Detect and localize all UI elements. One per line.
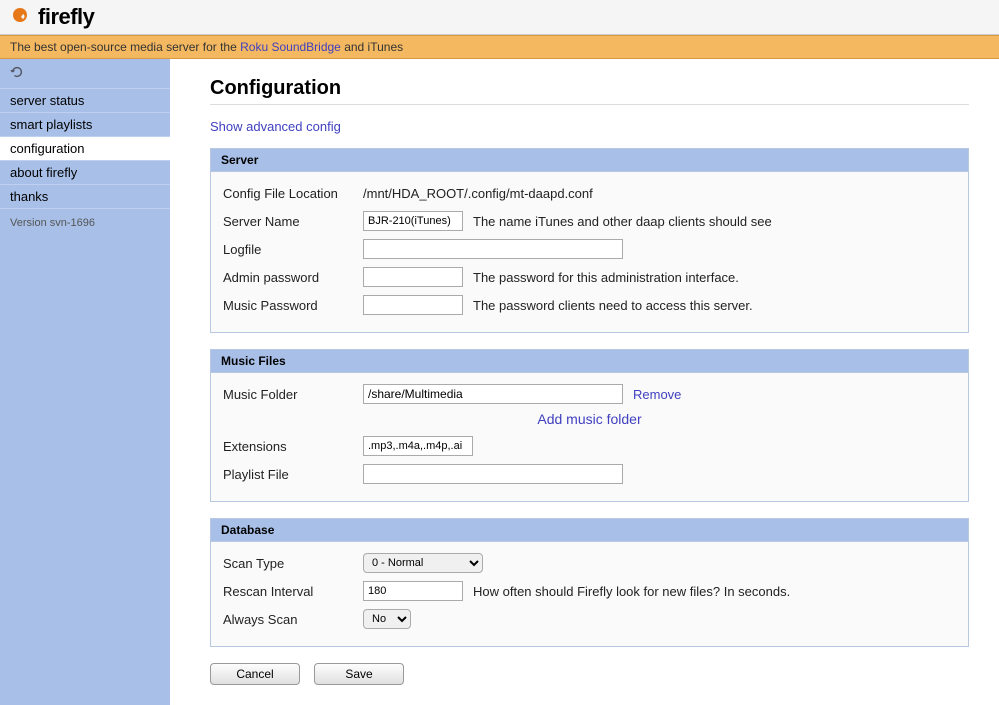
firefly-logo-icon [8,5,32,29]
extensions-label: Extensions [223,439,363,454]
music-folder-input[interactable] [363,384,623,404]
sidebar-item-server-status[interactable]: server status [0,89,170,113]
logfile-label: Logfile [223,242,363,257]
server-name-input[interactable] [363,211,463,231]
config-file-value: /mnt/HDA_ROOT/.config/mt-daapd.conf [363,186,593,201]
remove-folder-link[interactable]: Remove [633,387,681,402]
sidebar-item-smart-playlists[interactable]: smart playlists [0,113,170,137]
admin-pw-label: Admin password [223,270,363,285]
logo-text: firefly [38,4,94,30]
tagline-pre: The best open-source media server for th… [10,40,240,54]
sidebar-item-about-firefly[interactable]: about firefly [0,161,170,185]
button-row: Cancel Save [210,663,969,685]
music-pw-label: Music Password [223,298,363,313]
rescan-hint: How often should Firefly look for new fi… [473,584,790,599]
advanced-config-link[interactable]: Show advanced config [210,119,341,134]
server-name-label: Server Name [223,214,363,229]
extensions-input[interactable] [363,436,473,456]
server-name-hint: The name iTunes and other daap clients s… [473,214,772,229]
sidebar-item-configuration[interactable]: configuration [0,137,170,161]
main-content: Configuration Show advanced config Serve… [170,59,999,705]
tagline-link[interactable]: Roku SoundBridge [240,40,341,54]
admin-pw-input[interactable] [363,267,463,287]
logfile-input[interactable] [363,239,623,259]
sidebar-version: Version svn-1696 [0,209,170,237]
section-database: Database Scan Type 0 - Normal Rescan Int… [210,518,969,647]
config-file-label: Config File Location [223,186,363,201]
rescan-input[interactable] [363,581,463,601]
playlist-label: Playlist File [223,467,363,482]
section-music-files-header: Music Files [211,350,968,373]
header: firefly [0,0,999,35]
section-database-header: Database [211,519,968,542]
section-server: Server Config File Location /mnt/HDA_ROO… [210,148,969,333]
section-music-files: Music Files Music Folder Remove Add musi… [210,349,969,502]
logo: firefly [8,4,991,30]
save-button[interactable]: Save [314,663,404,685]
refresh-icon [10,65,24,79]
sidebar-refresh[interactable] [0,59,170,89]
scan-type-label: Scan Type [223,556,363,571]
page-title: Configuration [210,77,969,105]
scan-type-select[interactable]: 0 - Normal [363,553,483,573]
tagline-post: and iTunes [341,40,403,54]
always-scan-label: Always Scan [223,612,363,627]
cancel-button[interactable]: Cancel [210,663,300,685]
music-pw-hint: The password clients need to access this… [473,298,753,313]
music-pw-input[interactable] [363,295,463,315]
music-folder-label: Music Folder [223,387,363,402]
always-scan-select[interactable]: No [363,609,411,629]
sidebar: server status smart playlists configurat… [0,59,170,705]
playlist-input[interactable] [363,464,623,484]
section-server-header: Server [211,149,968,172]
sidebar-item-thanks[interactable]: thanks [0,185,170,209]
add-folder-link[interactable]: Add music folder [223,411,956,427]
tagline: The best open-source media server for th… [0,35,999,59]
admin-pw-hint: The password for this administration int… [473,270,739,285]
rescan-label: Rescan Interval [223,584,363,599]
